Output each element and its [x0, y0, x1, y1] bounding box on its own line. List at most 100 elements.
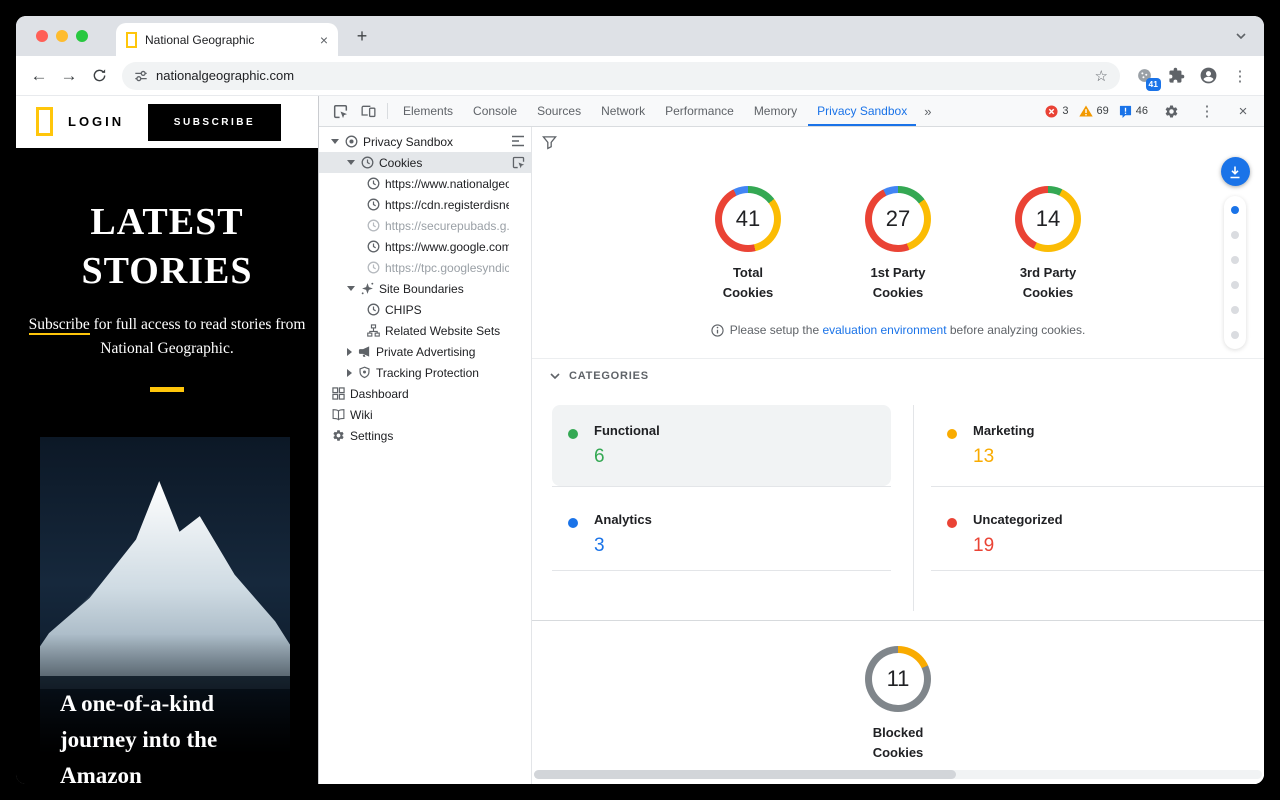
- tab-search-button[interactable]: [1230, 25, 1252, 47]
- category-analytics[interactable]: Analytics 3: [552, 494, 891, 575]
- sidebar-toggle-icon[interactable]: [511, 135, 525, 150]
- promo-text: Subscribe for full access to read storie…: [16, 313, 318, 361]
- clock-icon: [360, 156, 374, 170]
- back-button[interactable]: ←: [26, 63, 52, 89]
- inspect-icon[interactable]: [512, 156, 525, 172]
- devtools-close-button[interactable]: ×: [1230, 98, 1256, 124]
- scroll-dot[interactable]: [1231, 256, 1239, 264]
- site-settings-icon[interactable]: [134, 69, 148, 83]
- collapse-arrow-icon[interactable]: [347, 369, 352, 377]
- tree-item-cookie-origin[interactable]: https://cdn.registerdisne: [319, 194, 531, 215]
- tree-item-cookie-origin[interactable]: https://www.google.com: [319, 236, 531, 257]
- forward-button[interactable]: →: [56, 63, 82, 89]
- scroll-dot[interactable]: [1231, 281, 1239, 289]
- expand-arrow-icon[interactable]: [347, 286, 355, 291]
- address-bar[interactable]: nationalgeographic.com ☆: [122, 62, 1120, 90]
- profile-button[interactable]: [1194, 62, 1222, 90]
- scroll-dot[interactable]: [1231, 331, 1239, 339]
- collapse-arrow-icon[interactable]: [347, 348, 352, 356]
- scroll-dot[interactable]: [1231, 231, 1239, 239]
- tree-item-cookie-origin[interactable]: https://www.nationalgeo: [319, 173, 531, 194]
- natgeo-logo-icon[interactable]: [36, 107, 53, 136]
- refresh-icon: [92, 68, 107, 83]
- tree-item-site-boundaries[interactable]: Site Boundaries: [319, 278, 531, 299]
- chevron-down-icon: [550, 373, 560, 379]
- devtools-menu-button[interactable]: ⋮: [1194, 98, 1220, 124]
- bookmark-star-icon[interactable]: ☆: [1095, 67, 1108, 85]
- browser-tab[interactable]: National Geographic ×: [116, 23, 338, 56]
- subscribe-button[interactable]: SUBSCRIBE: [148, 104, 281, 141]
- new-tab-button[interactable]: +: [350, 24, 374, 48]
- devtools-tab-console[interactable]: Console: [464, 96, 526, 126]
- tree-item-cookie-origin[interactable]: https://tpc.googlesyndic: [319, 257, 531, 278]
- devtools-tab-network[interactable]: Network: [592, 96, 654, 126]
- tree-item-cookies[interactable]: Cookies: [319, 152, 531, 173]
- more-tabs-button[interactable]: »: [918, 104, 937, 119]
- zoom-window-button[interactable]: [76, 30, 88, 42]
- first-party-cookies-count: 27: [886, 206, 910, 232]
- subscribe-link[interactable]: Subscribe: [29, 316, 90, 335]
- section-divider: [532, 358, 1264, 359]
- tree-item-privacy-sandbox[interactable]: Privacy Sandbox: [319, 131, 531, 152]
- warning-counter[interactable]: 69: [1079, 105, 1109, 117]
- devtools-tab-performance[interactable]: Performance: [656, 96, 743, 126]
- clock-icon: [366, 177, 380, 191]
- tree-item-cookie-origin[interactable]: https://securepubads.g.: [319, 215, 531, 236]
- tree-item-tracking-protection[interactable]: Tracking Protection: [319, 362, 531, 383]
- evaluation-environment-link[interactable]: evaluation environment: [822, 323, 946, 337]
- funnel-icon: [542, 135, 557, 150]
- desktop-background: National Geographic × + ← → nationalgeog…: [0, 0, 1280, 800]
- devtools-settings-button[interactable]: [1158, 98, 1184, 124]
- close-window-button[interactable]: [36, 30, 48, 42]
- filter-button[interactable]: [542, 135, 557, 155]
- categories-section-header[interactable]: CATEGORIES: [550, 370, 649, 382]
- expand-arrow-icon[interactable]: [347, 160, 355, 165]
- tree-item-wiki[interactable]: Wiki: [319, 404, 531, 425]
- scroll-dots: [1224, 196, 1246, 349]
- tree-item-private-advertising[interactable]: Private Advertising: [319, 341, 531, 362]
- scroll-dot[interactable]: [1231, 206, 1239, 214]
- tree-item-related-website-sets[interactable]: Related Website Sets: [319, 320, 531, 341]
- devtools-tab-privacy-sandbox[interactable]: Privacy Sandbox: [808, 96, 916, 126]
- device-toolbar-button[interactable]: [355, 98, 381, 124]
- issues-counter[interactable]: 46: [1119, 105, 1148, 118]
- scrollbar-thumb[interactable]: [534, 770, 956, 779]
- tab-title: National Geographic: [145, 33, 312, 47]
- privacy-sandbox-extension-button[interactable]: 41: [1130, 62, 1158, 90]
- browser-window: National Geographic × + ← → nationalgeog…: [16, 16, 1264, 784]
- refresh-button[interactable]: [86, 63, 112, 89]
- inspect-element-button[interactable]: [327, 98, 353, 124]
- devtools-tab-sources[interactable]: Sources: [528, 96, 590, 126]
- scroll-dot[interactable]: [1231, 306, 1239, 314]
- download-button[interactable]: [1221, 157, 1250, 186]
- third-party-cookies-card: 14 3rd Party Cookies: [1000, 179, 1096, 303]
- clock-icon: [366, 261, 380, 275]
- browser-menu-button[interactable]: ⋮: [1226, 62, 1254, 90]
- category-marketing[interactable]: Marketing 13: [931, 405, 1264, 486]
- error-counter[interactable]: 3: [1045, 105, 1068, 118]
- book-icon: [331, 408, 345, 422]
- category-functional[interactable]: Functional 6: [552, 405, 891, 486]
- blocked-cookies-label: Blocked Cookies: [532, 723, 1264, 763]
- total-cookies-card: 41 Total Cookies: [700, 179, 796, 303]
- devtools-tabbar: Elements Console Sources Network Perform…: [319, 96, 1264, 127]
- webpage-viewport: LOGIN SUBSCRIBE LATEST STORIES Subscribe…: [16, 96, 318, 784]
- tree-item-settings[interactable]: Settings: [319, 425, 531, 446]
- tree-item-chips[interactable]: CHIPS: [319, 299, 531, 320]
- category-uncategorized[interactable]: Uncategorized 19: [931, 494, 1264, 575]
- minimize-window-button[interactable]: [56, 30, 68, 42]
- clock-icon: [366, 240, 380, 254]
- login-button[interactable]: LOGIN: [68, 114, 124, 129]
- expand-arrow-icon[interactable]: [331, 139, 339, 144]
- tree-item-dashboard[interactable]: Dashboard: [319, 383, 531, 404]
- url-text[interactable]: nationalgeographic.com: [156, 68, 1087, 83]
- megaphone-icon: [357, 345, 371, 359]
- setup-info-note: Please setup the evaluation environment …: [532, 323, 1264, 337]
- extension-badge: 41: [1146, 78, 1161, 90]
- site-boundaries-icon: [360, 282, 374, 296]
- third-party-cookies-label: 3rd Party Cookies: [1000, 263, 1096, 303]
- extensions-button[interactable]: [1162, 62, 1190, 90]
- devtools-tab-elements[interactable]: Elements: [394, 96, 462, 126]
- devtools-tab-memory[interactable]: Memory: [745, 96, 806, 126]
- tab-close-icon[interactable]: ×: [320, 33, 328, 47]
